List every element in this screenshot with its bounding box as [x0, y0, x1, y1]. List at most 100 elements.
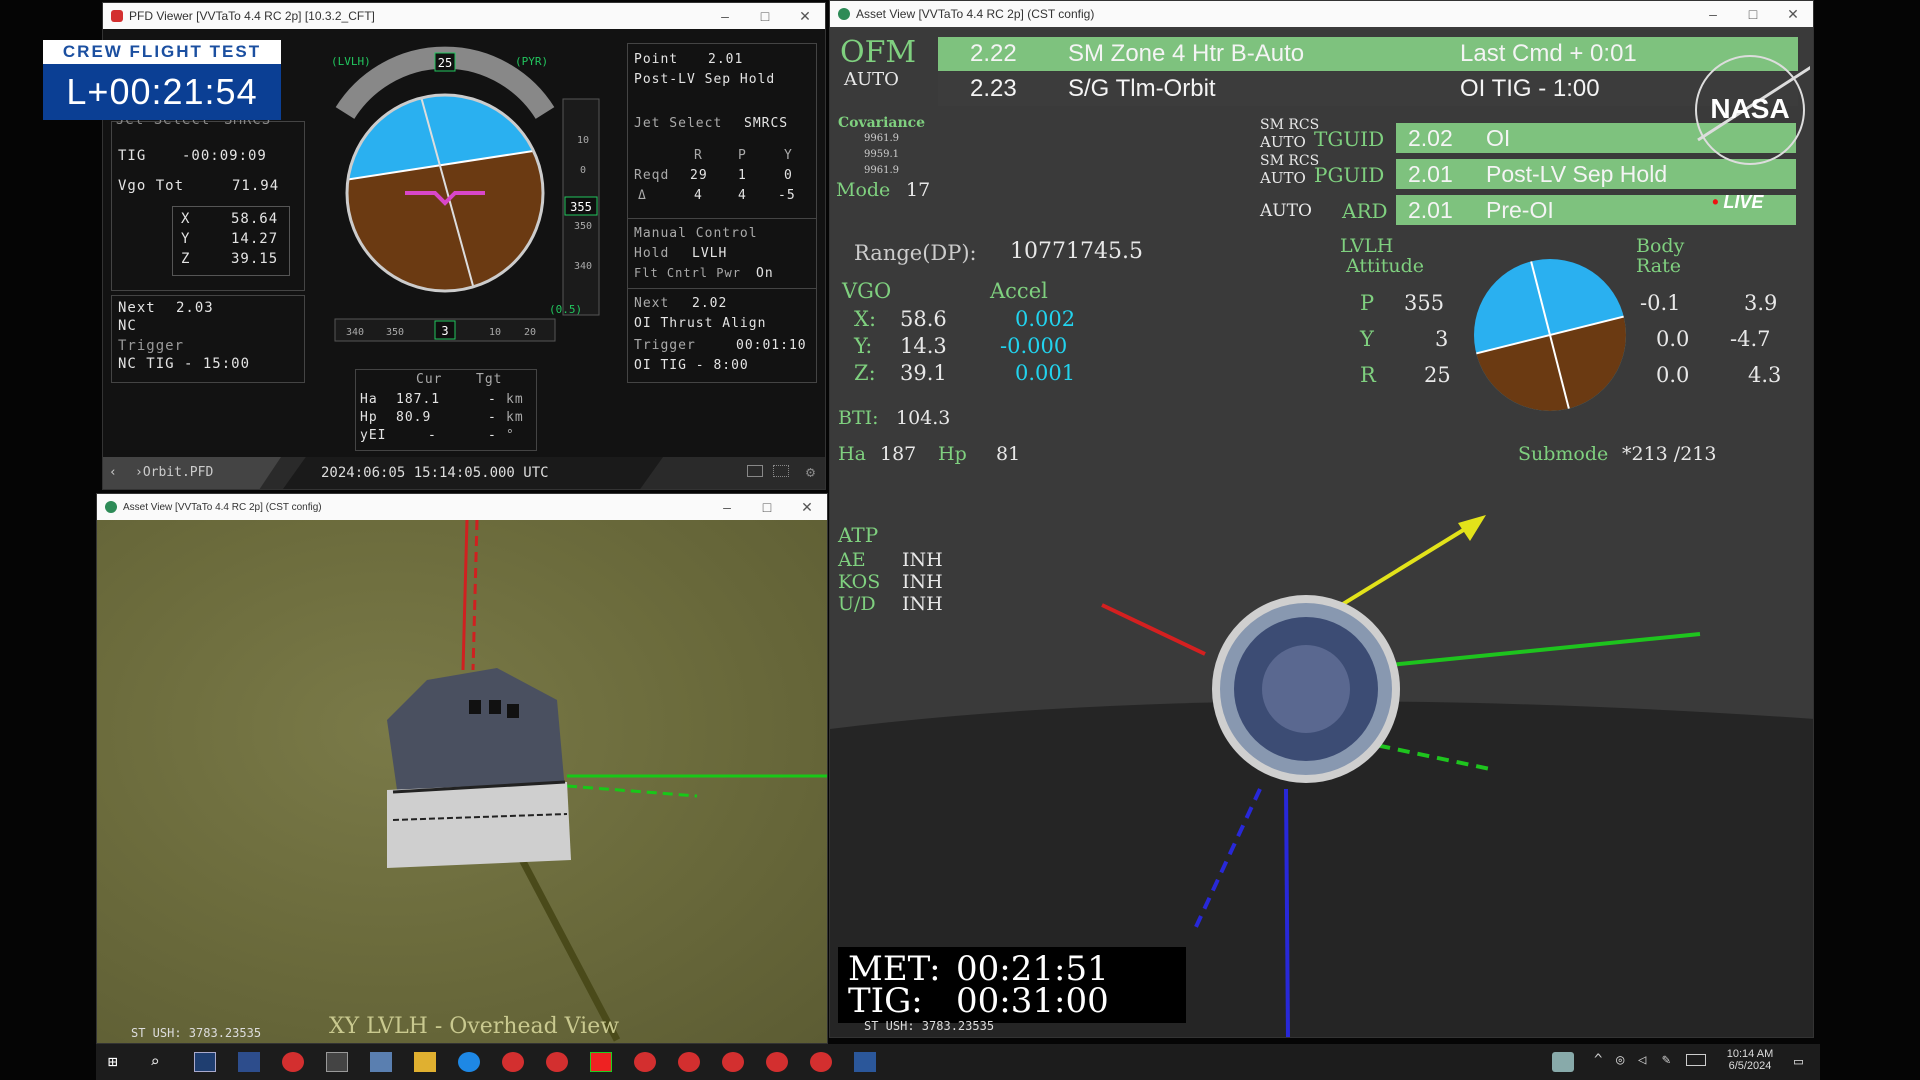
- maximize-icon[interactable]: □: [745, 3, 785, 29]
- st-ush-readout: ST USH: 3783.23535: [864, 1019, 995, 1033]
- volume-icon[interactable]: ◁: [1638, 1052, 1646, 1068]
- back-chevron-icon[interactable]: ‹: [109, 465, 117, 480]
- roll-rate-2: 4.3: [1748, 363, 1782, 387]
- crew-flight-test-clock: CREW FLIGHT TEST L+00:21:54: [43, 40, 281, 120]
- jet-select-value: SMRCS: [744, 116, 789, 131]
- task-app-icon[interactable]: [502, 1052, 524, 1072]
- task-app-icon[interactable]: [810, 1052, 832, 1072]
- live-dot-icon: •: [1712, 192, 1719, 212]
- next-label: Next: [118, 300, 156, 316]
- y-header: Y: [784, 148, 793, 163]
- notifications-icon[interactable]: ▭: [1794, 1052, 1803, 1070]
- ard-number: 2.01: [1408, 196, 1453, 223]
- ofm-label: OFM: [840, 35, 917, 70]
- covariance-label: Covariance: [838, 115, 926, 131]
- pitch-tick: 350: [574, 221, 592, 232]
- apsis-panel: Cur Tgt Ha 187.1 - km Hp 80.9 - km yEI -…: [355, 369, 537, 451]
- task-app-icon[interactable]: [194, 1052, 216, 1072]
- pitch-value: 355: [1404, 291, 1445, 315]
- screenshot-icon[interactable]: [747, 465, 763, 477]
- minimize-icon[interactable]: –: [1693, 1, 1733, 27]
- tig-label: TIG: [118, 148, 147, 164]
- pguid-name: Post-LV Sep Hold: [1486, 160, 1668, 187]
- terminal-icon[interactable]: [326, 1052, 348, 1072]
- ha-label: Ha: [360, 392, 378, 407]
- task-app-icon[interactable]: [678, 1052, 700, 1072]
- hold-label: Hold: [634, 246, 670, 261]
- tguid-label: TGUID: [1314, 127, 1385, 151]
- spacecraft-service-module-icon: [1212, 595, 1400, 783]
- asset-main-body: OFM AUTO 2.22 SM Zone 4 Htr B-Auto Last …: [830, 29, 1813, 1037]
- x-axis-line: [461, 520, 469, 671]
- yaw-rate-1: 0.0: [1656, 327, 1690, 351]
- cur-header: Cur: [416, 372, 443, 387]
- cmd1-name: SM Zone 4 Htr B-Auto: [1068, 40, 1305, 67]
- pitch-readout: 355: [570, 200, 592, 214]
- delta-r: 4: [694, 188, 703, 203]
- met-tig-panel: MET: 00:21:51 TIG: 00:31:00: [838, 947, 1186, 1023]
- vgo-x-value: 58.6: [900, 307, 947, 331]
- submode-label: Submode: [1518, 443, 1609, 465]
- orbit-pfd-tab[interactable]: ‹ ›Orbit.PFD: [103, 457, 281, 489]
- rate-scale-label: (0.5): [549, 303, 582, 316]
- yaw-tick: 350: [386, 327, 404, 338]
- range-value: 10771745.5: [1010, 239, 1143, 264]
- close-icon[interactable]: ✕: [787, 494, 827, 520]
- overhead-3d-viewport[interactable]: ST USH: 3783.23535 XY LVLH - Overhead Vi…: [97, 520, 827, 1043]
- tab-label: ›Orbit.PFD: [135, 465, 214, 480]
- flt-cntrl-pwr-value: On: [756, 266, 774, 281]
- task-app-icon[interactable]: [238, 1052, 260, 1072]
- maximize-icon[interactable]: □: [1733, 1, 1773, 27]
- task-app-icon[interactable]: [546, 1052, 568, 1072]
- mini-attitude-ball: [1474, 259, 1626, 411]
- close-icon[interactable]: ✕: [785, 3, 825, 29]
- ud-label: U/D: [838, 593, 876, 615]
- settings-gear-icon[interactable]: ⚙: [806, 463, 815, 481]
- windows-start-icon[interactable]: ⊞: [108, 1052, 130, 1072]
- word-icon[interactable]: [854, 1052, 876, 1072]
- kos-value: INH: [902, 571, 943, 593]
- nasa-logo: NASA: [1690, 50, 1823, 170]
- network-icon[interactable]: ◎: [1616, 1052, 1624, 1068]
- pitch-label: P: [1360, 291, 1375, 315]
- pitch-tick: 0: [580, 165, 586, 176]
- grid-icon[interactable]: [773, 465, 789, 477]
- chevron-up-icon[interactable]: ^: [1594, 1052, 1602, 1068]
- asset-small-titlebar[interactable]: Asset View [VVTaTo 4.4 RC 2p] (CST confi…: [97, 494, 827, 520]
- shield-icon[interactable]: [1552, 1052, 1574, 1072]
- search-icon[interactable]: ⌕: [150, 1052, 172, 1072]
- close-icon[interactable]: ✕: [1773, 1, 1813, 27]
- utc-clock-box: 2024:06:05 15:14:05.000 UTC: [283, 457, 663, 489]
- roll-rate-1: 0.0: [1656, 363, 1690, 387]
- taskbar-clock[interactable]: 10:14 AM 6/5/2024: [1720, 1048, 1780, 1072]
- roll-readout: 25: [438, 56, 452, 70]
- oi-tig: OI TIG - 8:00: [634, 358, 749, 373]
- ard-auto: AUTO: [1260, 201, 1312, 221]
- task-app-icon[interactable]: [590, 1052, 612, 1072]
- accel-y-value: -0.000: [1000, 334, 1068, 358]
- folder-icon[interactable]: [414, 1052, 436, 1072]
- ae-value: INH: [902, 549, 943, 571]
- task-app-icon[interactable]: [634, 1052, 656, 1072]
- x-label: X: [181, 211, 191, 227]
- tig-label: TIG:: [848, 981, 923, 1021]
- pen-icon[interactable]: ✎: [1662, 1052, 1670, 1068]
- minimize-icon[interactable]: –: [707, 494, 747, 520]
- task-app-icon[interactable]: [766, 1052, 788, 1072]
- tig-value: 00:31:00: [956, 981, 1109, 1021]
- edge-browser-icon[interactable]: [458, 1052, 480, 1072]
- hp-cur: 80.9: [396, 410, 432, 425]
- pfd-titlebar[interactable]: PFD Viewer [VVTaTo 4.4 RC 2p] [10.3.2_CF…: [103, 3, 825, 29]
- task-app-icon[interactable]: [722, 1052, 744, 1072]
- minimize-icon[interactable]: –: [705, 3, 745, 29]
- pitch-tick: 340: [574, 261, 592, 272]
- taskbar-date: 6/5/2024: [1728, 1060, 1772, 1072]
- task-app-icon[interactable]: [282, 1052, 304, 1072]
- accel-header: Accel: [990, 279, 1048, 303]
- covariance-2: 9959.1: [864, 149, 899, 160]
- keyboard-icon[interactable]: [1686, 1054, 1706, 1066]
- task-app-icon[interactable]: [370, 1052, 392, 1072]
- maximize-icon[interactable]: □: [747, 494, 787, 520]
- asset-main-titlebar[interactable]: Asset View [VVTaTo 4.4 RC 2p] (CST confi…: [830, 1, 1813, 27]
- yaw-tick: 340: [346, 327, 364, 338]
